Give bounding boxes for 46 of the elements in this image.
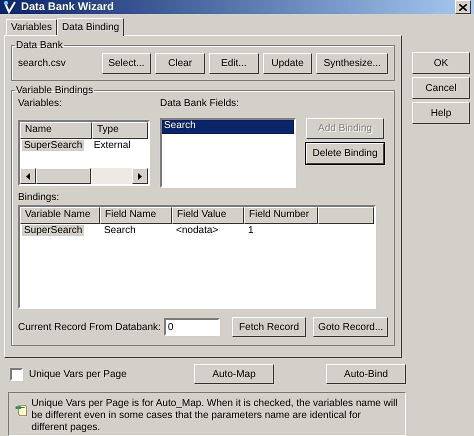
button[interactable]: Cancel [412, 77, 470, 99]
close-icon [459, 4, 467, 10]
button[interactable]: Edit... [208, 53, 259, 74]
column-header[interactable]: Type [92, 122, 148, 139]
info-text: Unique Vars per Page is for Auto_Map. When it is checked, the variables name will be different even in some cases that the parameters name are identical for different pages. [31, 398, 399, 434]
column-header[interactable]: Variable Name [20, 207, 100, 224]
file-name: search.csv [18, 58, 67, 69]
table-cell[interactable]: SuperSearch [22, 140, 84, 151]
checkbox[interactable] [10, 368, 23, 380]
record-field[interactable]: 0 [164, 318, 220, 336]
scrollbar[interactable] [20, 168, 148, 184]
label: Current Record From Databank: [18, 322, 161, 332]
label: Data Bank Fields: [160, 98, 240, 111]
button[interactable]: Goto Record... [313, 317, 388, 337]
checkbox-label: Unique Vars per Page [29, 368, 127, 380]
table-cell-text: External [92, 140, 132, 151]
button[interactable]: Fetch Record [232, 317, 306, 337]
tab[interactable]: Variables [6, 19, 57, 35]
close-button[interactable] [455, 0, 471, 14]
button[interactable]: Synthesize... [316, 53, 388, 74]
label: Bindings: [18, 192, 60, 205]
button[interactable]: Delete Binding [306, 143, 384, 164]
table-cell-text: 1 [247, 225, 255, 236]
label: Variables: [18, 98, 63, 111]
column-header[interactable]: Name [20, 122, 92, 139]
column-header[interactable]: Field Name [100, 207, 172, 224]
column-header[interactable]: Field Number [244, 207, 318, 224]
button[interactable]: Auto-Map [194, 364, 274, 384]
tab[interactable]: Data Binding [56, 18, 124, 36]
button[interactable]: Select... [102, 53, 152, 74]
button[interactable]: OK [412, 52, 470, 74]
right-arrow-icon [138, 172, 142, 180]
button[interactable]: Help [412, 102, 470, 124]
column-header[interactable]: Field Value [172, 207, 244, 224]
group-label: Variable Bindings [15, 85, 94, 96]
table-cell-text: Search [103, 225, 137, 236]
button[interactable]: Clear [155, 53, 205, 74]
button[interactable]: Update [262, 53, 312, 74]
table-cell-text: <nodata> [175, 225, 220, 236]
group-label: Data Bank [15, 40, 64, 51]
wand-icon [3, 0, 17, 14]
button[interactable]: Auto-Bind [326, 364, 406, 384]
table-cell[interactable]: SuperSearch [22, 225, 84, 236]
window-title: Data Bank Wizard [21, 1, 115, 13]
left-arrow-icon [26, 172, 30, 180]
list-item[interactable]: Search [162, 120, 294, 134]
